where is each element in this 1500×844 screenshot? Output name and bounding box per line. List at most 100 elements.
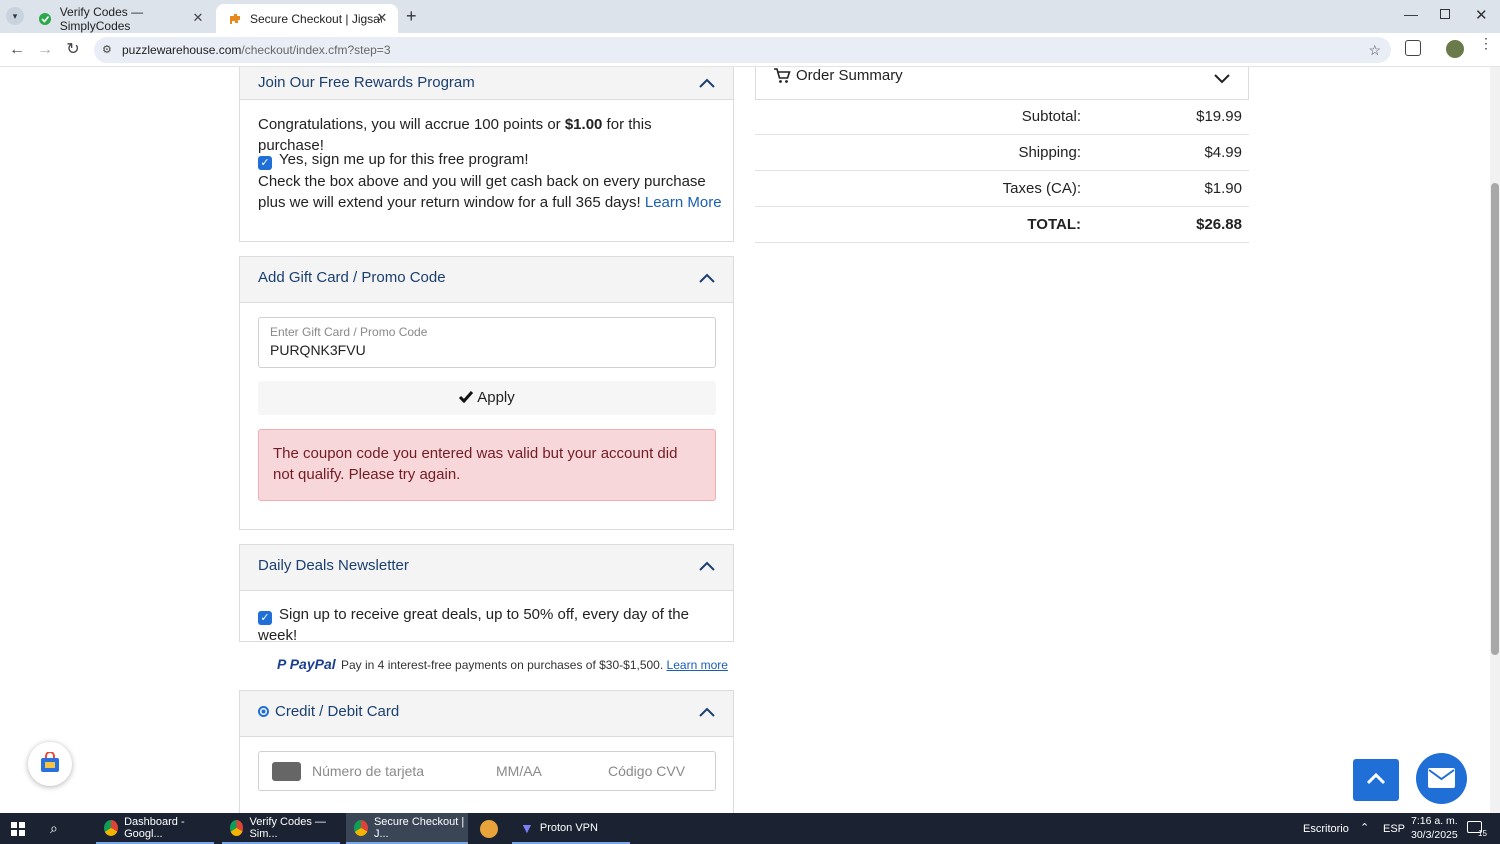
- promo-error-text: The coupon code you entered was valid bu…: [273, 445, 678, 483]
- summary-value: $26.88: [1196, 216, 1242, 233]
- credit-card-radio[interactable]: [258, 706, 269, 717]
- close-tab-icon[interactable]: ✕: [374, 10, 390, 26]
- apply-label: Apply: [477, 389, 515, 406]
- summary-value: $4.99: [1204, 144, 1242, 161]
- contact-email-button[interactable]: [1416, 753, 1467, 804]
- extensions-icon[interactable]: [1405, 40, 1421, 56]
- chrome-icon: [230, 819, 244, 836]
- chevron-up-icon[interactable]: [699, 559, 715, 575]
- url-path: /checkout/index.cfm?step=3: [241, 43, 391, 57]
- summary-value: $19.99: [1196, 108, 1242, 125]
- windows-start-icon[interactable]: [11, 822, 25, 836]
- promo-code-input[interactable]: Enter Gift Card / Promo Code PURQNK3FVU: [258, 317, 716, 368]
- rewards-checkbox[interactable]: ✓: [258, 156, 272, 170]
- envelope-icon: [1428, 768, 1455, 788]
- rewards-signup-row[interactable]: ✓ Yes, sign me up for this free program!: [258, 149, 718, 170]
- simplycodes-icon: [38, 12, 52, 26]
- newsletter-header[interactable]: Daily Deals Newsletter: [240, 545, 733, 591]
- windows-taskbar: ⌕ Dashboard - Googl... Verify Codes — Si…: [0, 813, 1500, 844]
- credit-card-panel: Credit / Debit Card Número de tarjeta MM…: [239, 690, 734, 813]
- tray-chevron-icon[interactable]: ⌃: [1360, 821, 1369, 834]
- url-domain: puzzlewarehouse.com: [122, 43, 242, 57]
- site-info-icon[interactable]: ⚙: [102, 37, 112, 63]
- paypal-brand: PayPal: [289, 656, 336, 672]
- taskbar-label: Verify Codes — Sim...: [249, 815, 326, 840]
- rewards-checkbox-label: Yes, sign me up for this free program!: [279, 151, 529, 168]
- forward-icon[interactable]: →: [36, 41, 54, 59]
- minimize-icon[interactable]: —: [1404, 6, 1418, 22]
- search-icon[interactable]: ⌕: [50, 820, 58, 837]
- chrome-icon: [104, 819, 119, 836]
- card-cvv-input[interactable]: Código CVV: [608, 763, 685, 779]
- summary-label: Taxes (CA):: [1002, 180, 1081, 197]
- order-summary-title: Order Summary: [796, 67, 903, 84]
- chevron-up-icon[interactable]: [699, 271, 715, 287]
- bookmark-star-icon[interactable]: ☆: [1368, 37, 1381, 63]
- summary-row-shipping: Shipping: $4.99: [755, 135, 1249, 171]
- language-indicator[interactable]: ESP: [1383, 823, 1405, 835]
- scroll-to-top-button[interactable]: [1353, 759, 1399, 801]
- taskbar-label: Proton VPN: [539, 821, 598, 834]
- scrollbar-thumb[interactable]: [1491, 183, 1499, 655]
- desktop-label[interactable]: Escritorio: [1303, 823, 1349, 835]
- tab-search-icon[interactable]: ▾: [6, 7, 24, 25]
- tab-title: Secure Checkout | Jigsaw Puzzl: [250, 11, 382, 26]
- chevron-up-icon[interactable]: [699, 705, 715, 721]
- app-orange-icon[interactable]: [480, 820, 498, 838]
- card-expiry-input[interactable]: MM/AA: [496, 763, 542, 779]
- notification-count: 15: [1478, 829, 1487, 838]
- chevron-down-icon[interactable]: [1214, 70, 1230, 86]
- new-tab-icon[interactable]: +: [406, 6, 417, 27]
- apply-button[interactable]: Apply: [258, 381, 716, 415]
- promo-header[interactable]: Add Gift Card / Promo Code: [240, 257, 733, 303]
- shopping-bag-icon: [41, 752, 59, 772]
- summary-label: TOTAL:: [1027, 216, 1081, 233]
- close-tab-icon[interactable]: ✕: [190, 10, 206, 26]
- rewards-description-text: Check the box above and you will get cas…: [258, 173, 706, 211]
- clock-date[interactable]: 30/3/2025: [1411, 829, 1458, 841]
- summary-label: Shipping:: [1018, 144, 1081, 161]
- order-summary-header[interactable]: Order Summary: [755, 67, 1249, 100]
- profile-avatar[interactable]: [1446, 40, 1464, 58]
- checkmark-icon: [459, 391, 474, 404]
- puzzlewarehouse-icon: [228, 12, 242, 26]
- browser-menu-icon[interactable]: ⋮: [1479, 36, 1493, 50]
- rewards-learn-more-link[interactable]: Learn More: [645, 194, 722, 211]
- rewards-description: Check the box above and you will get cas…: [258, 171, 723, 213]
- summary-value: $1.90: [1204, 180, 1242, 197]
- address-bar[interactable]: ⚙ puzzlewarehouse.com/checkout/index.cfm…: [94, 37, 1391, 63]
- reload-icon[interactable]: ↻: [64, 41, 82, 59]
- promo-title: Add Gift Card / Promo Code: [258, 269, 446, 286]
- promo-error-alert: The coupon code you entered was valid bu…: [258, 429, 716, 501]
- taskbar-item-secure-checkout[interactable]: Secure Checkout | J...: [346, 813, 468, 844]
- tab-secure-checkout[interactable]: Secure Checkout | Jigsaw Puzzl ✕: [216, 4, 398, 33]
- paypal-logo: P PayPal: [277, 656, 336, 672]
- rewards-header[interactable]: Join Our Free Rewards Program: [240, 67, 733, 100]
- taskbar-item-proton-vpn[interactable]: ▼ Proton VPN: [512, 813, 630, 844]
- credit-card-header[interactable]: Credit / Debit Card: [240, 691, 733, 737]
- chevron-up-icon[interactable]: [699, 76, 715, 92]
- promo-panel: Add Gift Card / Promo Code Enter Gift Ca…: [239, 256, 734, 530]
- newsletter-checkbox[interactable]: ✓: [258, 611, 272, 625]
- card-number-input[interactable]: Número de tarjeta: [312, 763, 424, 779]
- taskbar-item-verify-codes[interactable]: Verify Codes — Sim...: [222, 813, 340, 844]
- maximize-icon[interactable]: [1440, 9, 1450, 19]
- tab-simplycodes[interactable]: Verify Codes — SimplyCodes ✕: [26, 4, 214, 33]
- proton-vpn-icon: ▼: [520, 819, 534, 836]
- credit-card-title: Credit / Debit Card: [275, 703, 400, 720]
- chrome-icon: [354, 819, 368, 836]
- newsletter-signup-row[interactable]: ✓ Sign up to receive great deals, up to 5…: [258, 604, 728, 646]
- rewards-panel: Join Our Free Rewards Program Congratula…: [239, 67, 734, 242]
- promo-field-value: PURQNK3FVU: [270, 342, 366, 358]
- clock-time[interactable]: 7:16 a. m.: [1411, 815, 1458, 827]
- taskbar-label: Secure Checkout | J...: [373, 815, 465, 840]
- card-fields: Número de tarjeta MM/AA Código CVV: [258, 751, 716, 791]
- taskbar-item-dashboard[interactable]: Dashboard - Googl...: [96, 813, 214, 844]
- close-window-icon[interactable]: ✕: [1475, 6, 1488, 24]
- newsletter-panel: Daily Deals Newsletter ✓ Sign up to recei…: [239, 544, 734, 644]
- summary-label: Subtotal:: [1021, 108, 1081, 125]
- back-icon[interactable]: ←: [8, 41, 26, 59]
- extension-floating-button[interactable]: [28, 742, 72, 786]
- paypal-learn-more-link[interactable]: Learn more: [667, 658, 728, 672]
- taskbar-label: Dashboard - Googl...: [124, 815, 185, 840]
